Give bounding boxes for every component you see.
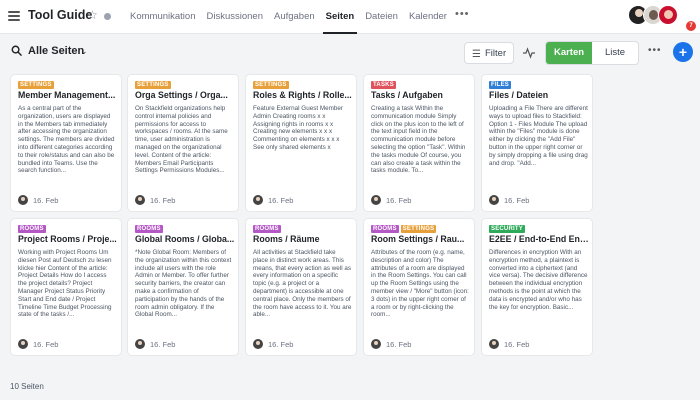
card-date: 16. Feb (150, 196, 176, 205)
card-title: Roles & Rights / Rolle... (253, 90, 352, 100)
tab-seiten[interactable]: Seiten (322, 0, 358, 34)
card-excerpt: On Stackfield organizations help control… (135, 105, 228, 175)
tag-badge: ROOMS (18, 225, 46, 233)
card-excerpt: Attributes of the room (e.g. name, descr… (371, 249, 469, 319)
module-tabs: Kommunikation Diskussionen Aufgaben Seit… (127, 0, 470, 34)
star-icon[interactable]: ☆ (87, 8, 98, 22)
page-card[interactable]: ROOMS Rooms / Räume All activities at St… (246, 219, 356, 355)
card-date: 16. Feb (504, 340, 530, 349)
more-tabs-icon[interactable]: ••• (455, 0, 470, 34)
tag-badge: FILES (489, 81, 512, 89)
card-title: Project Rooms / Proje... (18, 234, 117, 244)
avatar (18, 339, 28, 349)
view-selector[interactable]: Alle Seiten (28, 45, 84, 57)
page-title: Tool Guide (28, 8, 93, 22)
status-dot-icon (104, 13, 111, 20)
card-date: 16. Feb (386, 340, 412, 349)
card-date: 16. Feb (33, 340, 59, 349)
card-date: 16. Feb (268, 196, 294, 205)
avatar (135, 339, 145, 349)
card-title: Files / Dateien (489, 90, 549, 100)
tab-kommunikation[interactable]: Kommunikation (127, 0, 198, 34)
activity-icon[interactable] (523, 47, 535, 59)
avatar (371, 339, 381, 349)
page-card[interactable]: SETTINGS Member Management... As a centr… (11, 75, 121, 211)
tab-diskussionen[interactable]: Diskussionen (203, 0, 266, 34)
filter-button[interactable]: ☰ Filter (464, 42, 514, 64)
avatar (135, 195, 145, 205)
menu-icon[interactable] (8, 11, 20, 21)
search-icon[interactable] (11, 45, 22, 56)
card-title: Global Rooms / Globa... (135, 234, 235, 244)
card-date: 16. Feb (386, 196, 412, 205)
tag-badge: SETTINGS (400, 225, 437, 233)
tag-badge: SETTINGS (135, 81, 171, 89)
avatar (253, 339, 263, 349)
page-card[interactable]: SETTINGS Roles & Rights / Rolle... Featu… (246, 75, 356, 211)
toolbar: Alle Seiten ⌄ ☰ Filter Karten Liste ••• … (0, 34, 700, 70)
card-title: Room Settings / Rau... (371, 234, 465, 244)
tab-kalender[interactable]: Kalender (406, 0, 450, 34)
filter-label: Filter (485, 48, 507, 59)
card-excerpt: Working with Project Rooms Um diesen Pos… (18, 249, 112, 319)
avatar (489, 195, 499, 205)
page-card[interactable]: SECURITY E2EE / End-to-End Enc... Differ… (482, 219, 592, 355)
card-excerpt: *Note Global Room: Members of the organi… (135, 249, 232, 319)
avatar (253, 195, 263, 205)
card-title: Member Management... (18, 90, 116, 100)
top-bar: Tool Guide ☆ Kommunikation Diskussionen … (0, 0, 700, 34)
cards-view-button[interactable]: Karten (546, 42, 592, 64)
list-view-button[interactable]: Liste (592, 42, 638, 64)
avatar (489, 339, 499, 349)
tag-badge: SECURITY (489, 225, 525, 233)
card-excerpt: Uploading a File There are different way… (489, 105, 588, 167)
member-avatars[interactable] (628, 5, 678, 25)
tag-badge: SETTINGS (253, 81, 289, 89)
card-excerpt: Feature External Guest Member Admin Crea… (253, 105, 343, 151)
page-card[interactable]: SETTINGS Orga Settings / Orga... On Stac… (128, 75, 238, 211)
tag-badge: ROOMS (135, 225, 163, 233)
page-card[interactable]: TASKS Tasks / Aufgaben Creating a task W… (364, 75, 474, 211)
card-excerpt: Differences in encryption With an encryp… (489, 249, 588, 311)
card-title: Tasks / Aufgaben (371, 90, 443, 100)
filter-icon: ☰ (472, 49, 481, 60)
page-card[interactable]: FILES Files / Dateien Uploading a File T… (482, 75, 592, 211)
card-title: Rooms / Räume (253, 234, 320, 244)
avatar (18, 195, 28, 205)
tag-badge: ROOMS (253, 225, 281, 233)
card-date: 16. Feb (150, 340, 176, 349)
avatar (371, 195, 381, 205)
page-card[interactable]: ROOMS Global Rooms / Globa... *Note Glob… (128, 219, 238, 355)
card-date: 16. Feb (33, 196, 59, 205)
card-excerpt: All activities at Stackfield take place … (253, 249, 352, 319)
tab-dateien[interactable]: Dateien (362, 0, 401, 34)
avatar (658, 5, 678, 25)
page-card[interactable]: ROOMS SETTINGS Room Settings / Rau... At… (364, 219, 474, 355)
add-page-button[interactable]: + (673, 42, 693, 62)
page-card[interactable]: ROOMS Project Rooms / Proje... Working w… (11, 219, 121, 355)
card-excerpt: Creating a task Within the communication… (371, 105, 466, 175)
card-title: E2EE / End-to-End Enc... (489, 234, 591, 244)
card-excerpt: As a central part of the organization, u… (18, 105, 115, 175)
page-count: 10 Seiten (10, 382, 44, 391)
card-title: Orga Settings / Orga... (135, 90, 228, 100)
tag-badge: ROOMS (371, 225, 399, 233)
tag-badge: TASKS (371, 81, 396, 89)
more-icon[interactable]: ••• (648, 45, 662, 56)
tab-aufgaben[interactable]: Aufgaben (271, 0, 318, 34)
card-date: 16. Feb (268, 340, 294, 349)
member-count-badge: 7 (686, 21, 696, 31)
card-date: 16. Feb (504, 196, 530, 205)
tag-badge: SETTINGS (18, 81, 54, 89)
view-toggle: Karten Liste (545, 41, 639, 65)
chevron-down-icon[interactable]: ⌄ (80, 46, 88, 57)
